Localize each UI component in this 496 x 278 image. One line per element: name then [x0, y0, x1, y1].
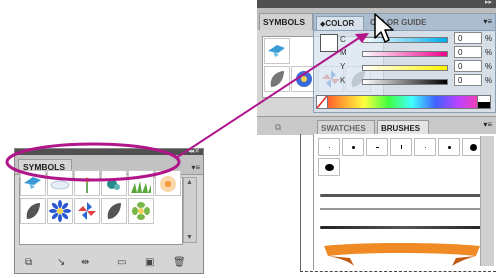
arrowhead-icon [355, 33, 369, 43]
highlight-overlay [5, 13, 394, 182]
highlight-ellipse [5, 142, 181, 182]
connector-line [175, 35, 363, 159]
cursor-icon [374, 13, 394, 43]
